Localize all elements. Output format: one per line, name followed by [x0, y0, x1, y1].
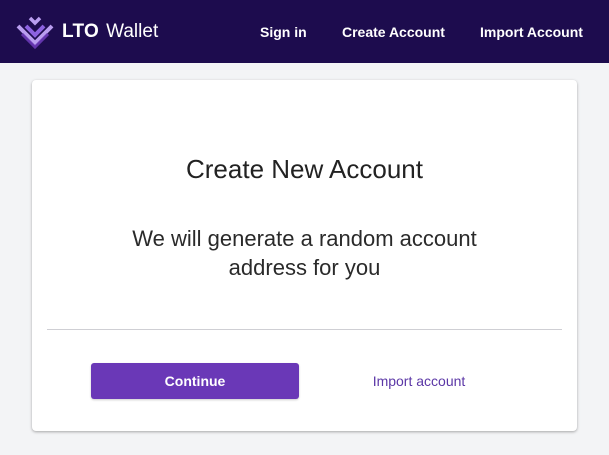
- import-account-link[interactable]: Import account: [350, 363, 488, 399]
- description-line-2: address for you: [228, 255, 381, 280]
- card-divider: [47, 329, 562, 330]
- brand-name-bold: LTO: [62, 21, 100, 42]
- continue-button[interactable]: Continue: [91, 363, 299, 399]
- card-description: We will generate a random account addres…: [32, 224, 577, 282]
- nav-create-account[interactable]: Create Account: [342, 0, 445, 63]
- description-line-1: We will generate a random account: [132, 226, 477, 251]
- create-account-card: Create New Account We will generate a ra…: [32, 80, 577, 431]
- brand-name-light: Wallet: [106, 21, 159, 42]
- brand-home-link[interactable]: LTO Wallet: [16, 14, 158, 50]
- nav-sign-in[interactable]: Sign in: [260, 0, 307, 63]
- page-title: Create New Account: [185, 154, 423, 184]
- lto-logo-icon: [16, 16, 54, 50]
- top-app-bar: LTO Wallet Sign in Create Account Import…: [0, 0, 609, 63]
- nav-import-account[interactable]: Import Account: [480, 0, 583, 63]
